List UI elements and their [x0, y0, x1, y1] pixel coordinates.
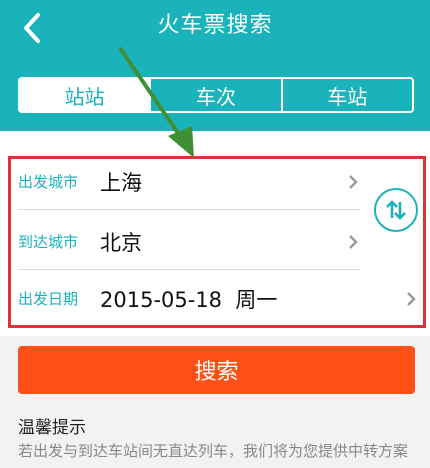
tab-station-to-station[interactable]: 站站 — [20, 79, 150, 111]
divider — [18, 269, 360, 270]
chevron-right-icon — [404, 291, 418, 306]
divider — [18, 209, 360, 210]
swap-vertical-icon — [386, 200, 406, 220]
tips-text: 若出发与到达车站间无直达列车，我们将为您提供中转方案 — [18, 442, 409, 460]
departure-city-row[interactable]: 出发城市 上海 — [18, 154, 360, 209]
swap-cities-button[interactable] — [374, 188, 418, 232]
departure-date-label: 出发日期 — [18, 290, 79, 308]
arrival-city-row[interactable]: 到达城市 北京 — [18, 214, 360, 269]
arrival-city-label: 到达城市 — [18, 233, 79, 251]
page-title: 火车票搜索 — [157, 13, 273, 38]
departure-city-value: 上海 — [100, 170, 142, 195]
departure-date-row[interactable]: 出发日期 2015-05-18 周一 — [18, 271, 418, 326]
search-form: 出发城市 上海 到达城市 北京 出发日期 2015-05-18 周一 — [0, 131, 430, 336]
search-button[interactable]: 搜索 — [18, 346, 415, 394]
app-header: 火车票搜索 站站 车次 车站 — [0, 0, 430, 131]
search-mode-tabs: 站站 车次 车站 — [18, 77, 414, 113]
arrival-city-value: 北京 — [100, 230, 142, 255]
departure-city-label: 出发城市 — [18, 173, 79, 191]
departure-date-value: 2015-05-18 周一 — [100, 287, 278, 312]
tab-train-number[interactable]: 车次 — [149, 79, 280, 111]
tips-title: 温馨提示 — [18, 418, 86, 438]
chevron-right-icon — [346, 174, 360, 189]
chevron-right-icon — [346, 234, 360, 249]
tab-station[interactable]: 车站 — [280, 79, 412, 111]
